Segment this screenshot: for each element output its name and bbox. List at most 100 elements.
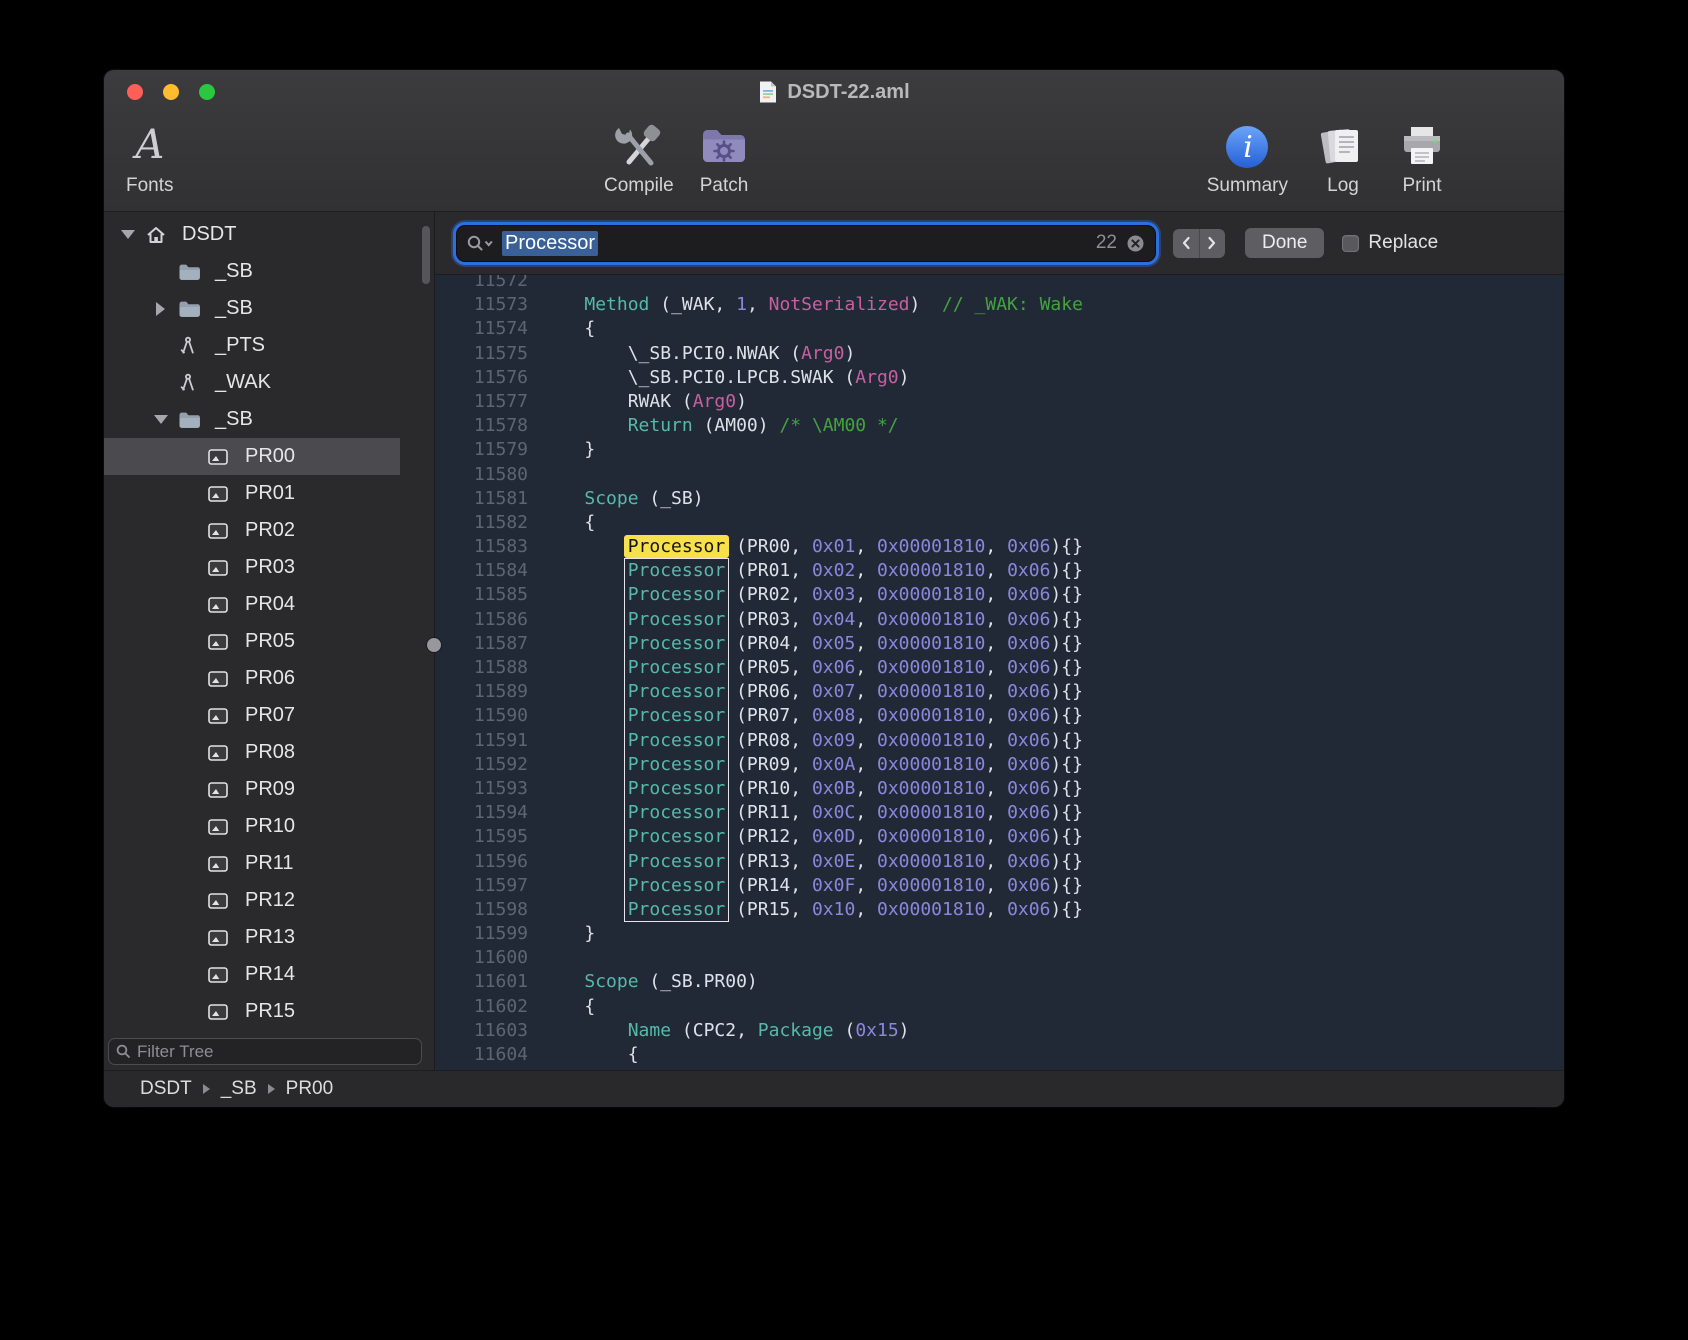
code-token: (PR04,	[725, 633, 812, 654]
sidebar-item-pr09[interactable]: PR09	[104, 771, 400, 808]
find-input[interactable]: Processor 22	[456, 225, 1156, 262]
sidebar-item-dsdt[interactable]: DSDT	[104, 216, 400, 253]
code-line: 11591 Processor (PR08, 0x09, 0x00001810,…	[435, 729, 1564, 753]
sidebar-item-pr02[interactable]: PR02	[104, 512, 400, 549]
split-handle[interactable]	[427, 638, 441, 652]
code-token: 0x06	[1007, 851, 1050, 872]
sidebar-item-sb[interactable]: _SB	[104, 253, 400, 290]
patch-button[interactable]: Patch	[700, 120, 749, 197]
print-icon	[1398, 120, 1446, 174]
disclosure-down-icon[interactable]	[119, 216, 145, 253]
sidebar-item-pts[interactable]: _PTS	[104, 327, 400, 364]
document-icon	[758, 80, 778, 104]
sidebar-item-pr10[interactable]: PR10	[104, 808, 400, 845]
find-match: Processor	[628, 851, 726, 872]
breadcrumb-item-pr00[interactable]: PR00	[286, 1078, 334, 1100]
line-number: 11604	[435, 1043, 528, 1067]
code-token: (PR11,	[725, 802, 812, 823]
sidebar-item-pr14[interactable]: PR14	[104, 956, 400, 993]
sidebar-item-pr11[interactable]: PR11	[104, 845, 400, 882]
replace-checkbox[interactable]	[1342, 235, 1359, 252]
log-button[interactable]: Log	[1320, 120, 1366, 197]
sidebar-item-label: PR11	[245, 852, 294, 875]
sidebar-item-pr05[interactable]: PR05	[104, 623, 400, 660]
sidebar-item-label: PR09	[245, 778, 295, 801]
code-token: \_SB.PCI0.NWAK (	[541, 343, 801, 364]
sidebar-item-pr08[interactable]: PR08	[104, 734, 400, 771]
sidebar-item-pr07[interactable]: PR07	[104, 697, 400, 734]
code-token: ,	[985, 778, 1007, 799]
code-token	[541, 609, 628, 630]
filter-tree-input[interactable]	[137, 1042, 414, 1062]
code-token: 0x00001810	[877, 875, 985, 896]
code-token: 0x00001810	[877, 536, 985, 557]
search-menu-icon[interactable]	[467, 235, 494, 252]
sidebar-item-sb[interactable]: _SB	[104, 290, 400, 327]
code-token: )	[910, 294, 943, 315]
code-text	[528, 275, 541, 293]
processor-icon	[208, 856, 232, 872]
sidebar-item-sb[interactable]: _SB	[104, 401, 400, 438]
acpi-tree: DSDT_SB_SB_PTS_WAK_SBPR00PR01PR02PR03PR0…	[104, 216, 400, 1030]
line-number: 11596	[435, 850, 528, 874]
code-line: 11573 Method (_WAK, 1, NotSerialized) //…	[435, 293, 1564, 317]
code-token	[541, 730, 628, 751]
sidebar-item-pr00[interactable]: PR00	[104, 438, 400, 475]
code-token: 0x0A	[812, 754, 855, 775]
code-token: ,	[855, 681, 877, 702]
summary-button[interactable]: i Summary	[1207, 120, 1288, 197]
code-token: 0x07	[812, 681, 855, 702]
disclosure-spacer	[182, 660, 208, 697]
code-token: 0x04	[812, 609, 855, 630]
patch-label: Patch	[700, 175, 749, 197]
code-text: Processor (PR08, 0x09, 0x00001810, 0x06)…	[528, 729, 1083, 753]
breadcrumb-item-dsdt[interactable]: DSDT	[140, 1078, 192, 1100]
sidebar-item-label: PR06	[245, 667, 295, 690]
sidebar-item-pr06[interactable]: PR06	[104, 660, 400, 697]
disclosure-spacer	[182, 549, 208, 586]
content-area: DSDT_SB_SB_PTS_WAK_SBPR00PR01PR02PR03PR0…	[104, 212, 1564, 1070]
sidebar-item-pr15[interactable]: PR15	[104, 993, 400, 1030]
sidebar-item-pr04[interactable]: PR04	[104, 586, 400, 623]
sidebar-item-wak[interactable]: _WAK	[104, 364, 400, 401]
sidebar-item-label: PR00	[245, 445, 295, 468]
fonts-label: Fonts	[126, 175, 174, 197]
next-match-button[interactable]	[1200, 229, 1226, 258]
code-token: Arg0	[801, 343, 844, 364]
code-editor[interactable]: 1157211573 Method (_WAK, 1, NotSerialize…	[435, 275, 1564, 1070]
sidebar-item-pr12[interactable]: PR12	[104, 882, 400, 919]
fonts-button[interactable]: A Fonts	[126, 120, 174, 197]
code-token: 0x06	[1007, 609, 1050, 630]
line-number: 11586	[435, 608, 528, 632]
disclosure-right-icon[interactable]	[152, 290, 178, 327]
compile-button[interactable]: Compile	[604, 120, 674, 197]
code-token: 0x06	[1007, 754, 1050, 775]
find-bar: Processor 22	[435, 212, 1564, 275]
sidebar-item-label: PR05	[245, 630, 295, 653]
find-match: Processor	[628, 826, 726, 847]
code-token: }	[541, 439, 595, 460]
breadcrumb-item-sb[interactable]: _SB	[221, 1078, 257, 1100]
code-token: 0x06	[1007, 681, 1050, 702]
code-text: \_SB.PCI0.NWAK (Arg0)	[528, 342, 855, 366]
code-token: ){}	[1050, 560, 1083, 581]
sidebar-scrollbar[interactable]	[422, 226, 430, 284]
code-token: (_WAK,	[649, 294, 736, 315]
code-token: Name	[628, 1020, 671, 1041]
previous-match-button[interactable]	[1173, 229, 1200, 258]
disclosure-down-icon[interactable]	[152, 401, 178, 438]
path-bar: DSDT _SB PR00	[104, 1070, 1564, 1107]
code-token: 0x08	[812, 705, 855, 726]
code-token: ,	[985, 826, 1007, 847]
code-line: 11572	[435, 275, 1564, 293]
clear-search-button[interactable]	[1126, 234, 1145, 253]
sidebar-item-pr03[interactable]: PR03	[104, 549, 400, 586]
sidebar-item-pr13[interactable]: PR13	[104, 919, 400, 956]
print-button[interactable]: Print	[1398, 120, 1446, 197]
find-match: Processor	[628, 754, 726, 775]
code-token: ,	[855, 705, 877, 726]
done-button[interactable]: Done	[1245, 228, 1324, 258]
sidebar-item-label: PR04	[245, 593, 295, 616]
titlebar[interactable]: DSDT-22.aml	[104, 70, 1564, 114]
sidebar-item-pr01[interactable]: PR01	[104, 475, 400, 512]
